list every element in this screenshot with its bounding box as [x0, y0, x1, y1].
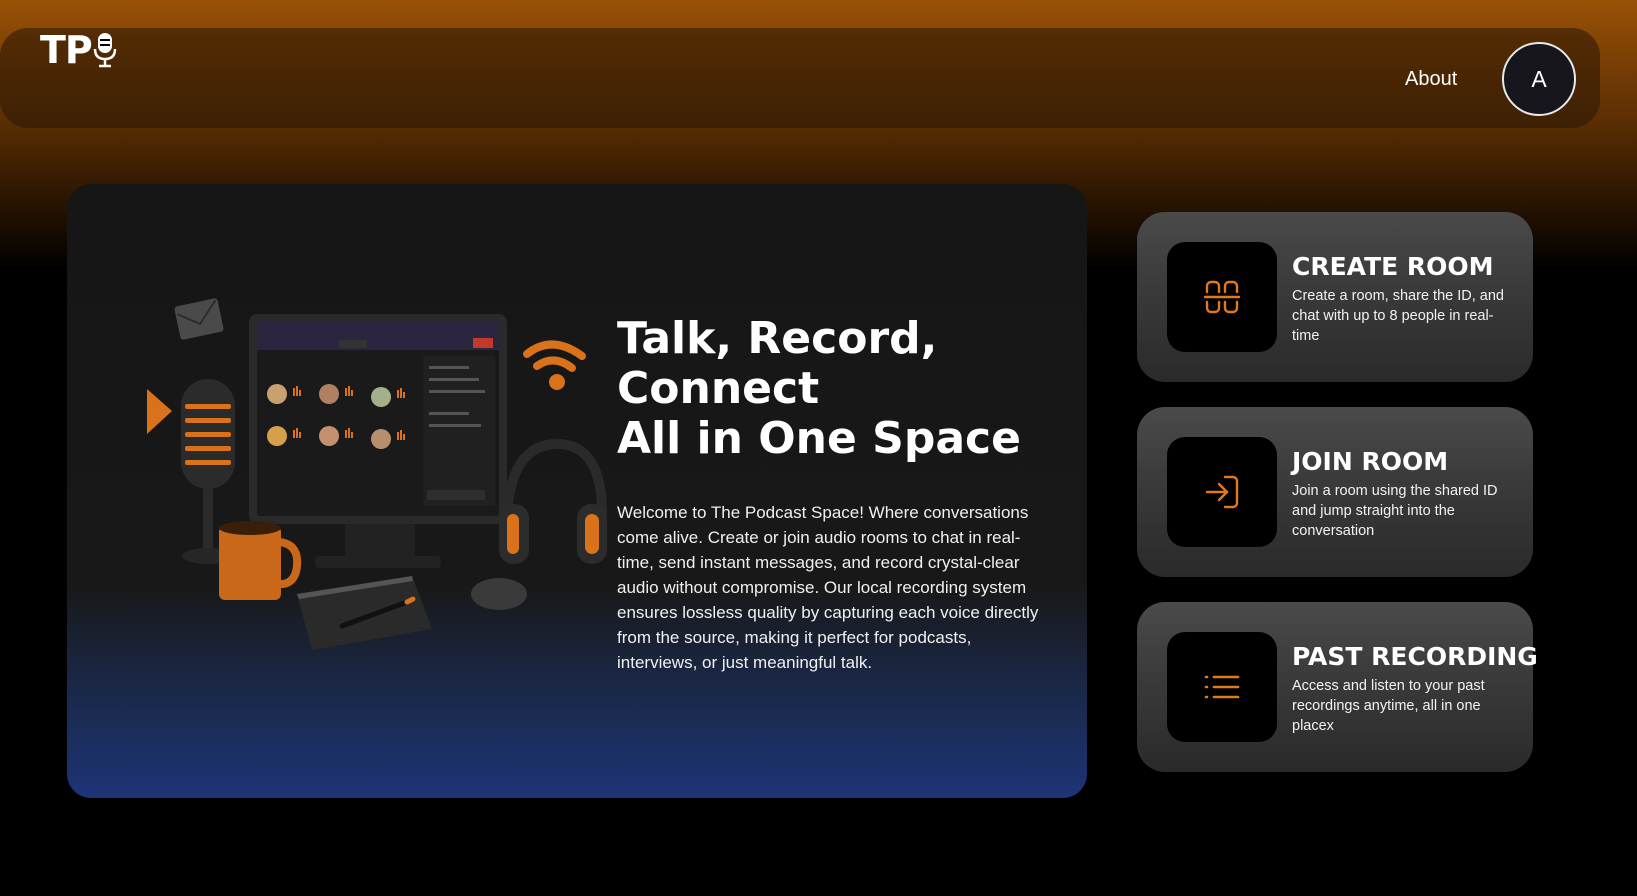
past-recording-icon-tile — [1167, 632, 1277, 742]
monitor-graphic — [249, 314, 507, 568]
mouse-graphic — [471, 578, 527, 610]
room-split-icon — [1203, 280, 1241, 314]
hero-title-line-2: Connect — [617, 363, 820, 414]
login-arrow-icon — [1205, 475, 1239, 509]
logo[interactable]: TP — [40, 28, 117, 72]
hero-title: Talk, Record, Connect All in One Space — [617, 314, 1057, 464]
hero-title-line-3: All in One Space — [617, 413, 1021, 464]
create-room-description: Create a room, share the ID, and chat wi… — [1292, 288, 1504, 344]
podcast-setup-illustration — [147, 298, 607, 650]
avatar-initial: A — [1531, 65, 1547, 92]
hero-title-line-1: Talk, Record, — [617, 313, 938, 364]
hero-description: Welcome to The Podcast Space! Where conv… — [617, 503, 1039, 672]
past-recording-title: PAST RECORDING — [1292, 642, 1538, 671]
create-room-card[interactable]: CREATE ROOM Create a room, share the ID,… — [1137, 212, 1533, 382]
join-room-title: JOIN ROOM — [1292, 447, 1449, 476]
join-room-card[interactable]: JOIN ROOM Join a room using the shared I… — [1137, 407, 1533, 577]
hero-panel: Talk, Record, Connect All in One Space W… — [67, 184, 1087, 798]
notebook-graphic — [297, 576, 432, 650]
mug-graphic — [219, 521, 302, 600]
top-navbar — [0, 28, 1600, 128]
play-triangle-icon — [147, 389, 172, 434]
user-avatar-button[interactable]: A — [1502, 42, 1576, 116]
create-room-title: CREATE ROOM — [1292, 252, 1494, 281]
headphones-graphic — [499, 438, 607, 564]
nav-about-link[interactable]: About — [1405, 68, 1457, 91]
microphone-logo-icon — [93, 33, 117, 68]
past-recording-card[interactable]: PAST RECORDING Access and listen to your… — [1137, 602, 1538, 772]
create-room-icon-tile — [1167, 242, 1277, 352]
logo-text: TP — [40, 28, 93, 72]
join-room-description: Join a room using the shared ID and jump… — [1292, 483, 1498, 539]
wifi-icon — [523, 340, 586, 390]
past-recording-description: Access and listen to your past recording… — [1292, 678, 1485, 734]
envelope-icon — [174, 298, 224, 340]
list-icon — [1204, 675, 1240, 699]
join-room-icon-tile — [1167, 437, 1277, 547]
